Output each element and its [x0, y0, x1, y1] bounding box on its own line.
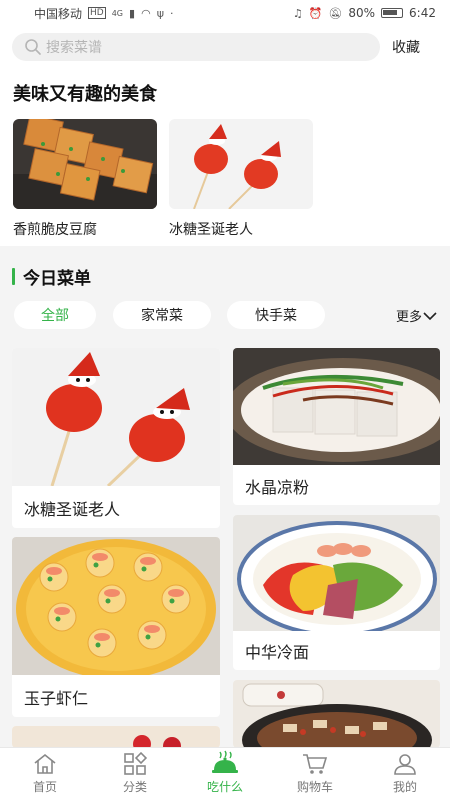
candied-santa-photo	[169, 119, 313, 209]
clock: 6:42	[409, 6, 436, 20]
tab-category[interactable]: 分类	[90, 748, 180, 800]
featured-label: 香煎脆皮豆腐	[13, 222, 97, 238]
featured-section: 美味又有趣的美食 香煎脆皮豆腐 冰糖圣诞老人	[0, 68, 450, 246]
tab-mine[interactable]: 我的	[360, 748, 450, 800]
chip-home-cooking[interactable]: 家常菜	[113, 301, 211, 329]
signal-icon: ▮	[129, 6, 136, 20]
cart-icon	[303, 754, 328, 774]
search-bar: 搜索菜谱 收藏	[0, 26, 450, 68]
chevron-down-icon	[423, 311, 437, 320]
favorites-link[interactable]: 收藏	[392, 37, 420, 57]
dish-icon	[212, 750, 238, 773]
chip-all[interactable]: 全部	[14, 301, 96, 329]
search-input[interactable]: 搜索菜谱	[12, 33, 380, 61]
recipe-card[interactable]	[233, 680, 440, 748]
recipe-card-label: 玉子虾仁	[24, 689, 89, 708]
tab-cart-label: 购物车	[296, 780, 333, 794]
recipe-card-label: 水晶凉粉	[245, 478, 310, 497]
recipe-card[interactable]: 玉子虾仁	[12, 537, 220, 717]
home-icon	[34, 753, 56, 774]
recipe-card-label: 中华冷面	[245, 643, 310, 662]
tab-home-label: 首页	[32, 780, 57, 794]
today-menu-title-text: 今日菜单	[23, 269, 91, 289]
recipe-card[interactable]: 冰糖圣诞老人	[12, 348, 220, 528]
usb-icon: ψ	[156, 6, 164, 20]
more-button[interactable]: 更多	[396, 306, 438, 325]
tab-mine-label: 我的	[392, 780, 417, 794]
featured-card-santa[interactable]: 冰糖圣诞老人	[169, 119, 313, 239]
recipe-card[interactable]	[12, 726, 220, 748]
crystal-jelly-photo	[233, 348, 440, 465]
today-menu-title: 今日菜单	[12, 264, 91, 289]
title-accent-bar	[12, 268, 15, 285]
featured-title: 美味又有趣的美食	[13, 84, 157, 105]
more-label: 更多	[395, 310, 422, 325]
battery-percent: 80%	[348, 6, 376, 20]
recipe-card[interactable]: 水晶凉粉	[233, 348, 440, 505]
tab-cart[interactable]: 购物车	[270, 748, 360, 800]
network-label: 4G	[111, 8, 124, 18]
partial-dish-photo	[12, 726, 220, 748]
carrier-label: 中国移动	[34, 6, 83, 21]
today-menu-header: 今日菜单 全部 家常菜 快手菜 更多	[0, 254, 450, 344]
featured-card-tofu[interactable]: 香煎脆皮豆腐	[13, 119, 157, 239]
battery-icon	[381, 8, 404, 18]
partial-dish-photo	[233, 680, 440, 748]
dot-icon: ·	[169, 6, 174, 20]
mute-icon: 🔕︎	[328, 6, 343, 20]
tab-category-label: 分类	[122, 780, 147, 794]
recipe-card-label: 冰糖圣诞老人	[24, 500, 121, 519]
chip-quick[interactable]: 快手菜	[227, 301, 325, 329]
tab-home[interactable]: 首页	[0, 748, 90, 800]
tamago-shrimp-photo	[12, 537, 220, 675]
user-icon	[394, 754, 416, 775]
search-icon	[25, 39, 41, 55]
cold-noodle-photo	[233, 515, 440, 631]
recipe-card[interactable]: 中华冷面	[233, 515, 440, 670]
category-icon	[124, 752, 148, 775]
wifi-icon: ◠	[141, 6, 151, 20]
status-bar: 中国移动 HD 4G ▮ ◠ ψ · ♫ ⏰ 🔕︎ 80% 6:42	[0, 0, 450, 26]
tab-what-to-eat-label: 吃什么	[206, 780, 243, 794]
tab-what-to-eat[interactable]: 吃什么	[180, 748, 270, 800]
featured-label: 冰糖圣诞老人	[169, 222, 253, 238]
fried-tofu-photo	[13, 119, 157, 209]
bottom-tab-bar: 首页 分类 吃什么 购物车 我的	[0, 747, 450, 800]
alarm-icon: ⏰	[308, 6, 323, 20]
candied-santa-photo	[12, 348, 220, 486]
hd-badge: HD	[88, 7, 106, 19]
search-placeholder: 搜索菜谱	[46, 40, 102, 56]
headset-icon: ♫	[292, 6, 303, 20]
